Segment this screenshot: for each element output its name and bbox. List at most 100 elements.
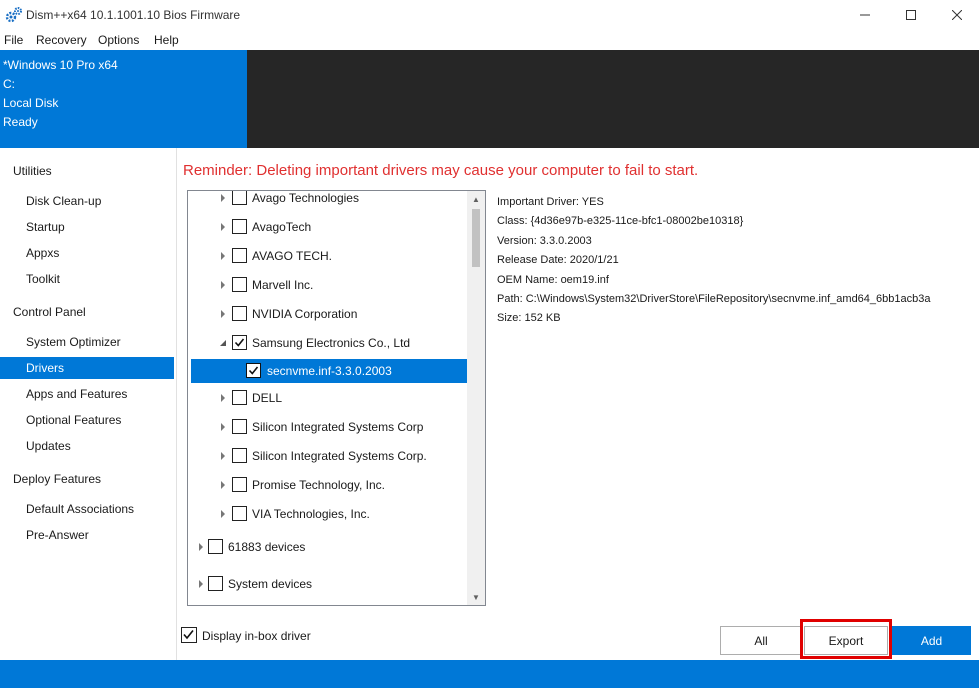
sidebar-item-default-associations[interactable]: Default Associations bbox=[0, 498, 174, 520]
collapsed-arrow-icon[interactable] bbox=[218, 422, 228, 432]
detail-release-date: Release Date: 2020/1/21 bbox=[497, 254, 619, 267]
tree-label: System devices bbox=[228, 577, 313, 591]
tree-row[interactable]: 61883 devices bbox=[188, 535, 467, 559]
tree-checkbox[interactable] bbox=[232, 277, 247, 292]
tree-label: Silicon Integrated Systems Corp. bbox=[252, 449, 427, 463]
tree-row[interactable]: secnvme.inf-3.3.0.2003 bbox=[191, 359, 467, 383]
checkmark-icon bbox=[234, 338, 245, 347]
sidebar-item-disk-clean-up[interactable]: Disk Clean-up bbox=[0, 190, 174, 212]
collapsed-arrow-icon[interactable] bbox=[218, 193, 228, 203]
sidebar-heading-utilities: Utilities bbox=[13, 164, 52, 178]
detail-version: Version: 3.3.0.2003 bbox=[497, 234, 592, 247]
tree-checkbox[interactable] bbox=[232, 335, 247, 350]
detail-class: Class: {4d36e97b-e325-11ce-bfc1-08002be1… bbox=[497, 215, 744, 228]
tree-row[interactable]: NVIDIA Corporation bbox=[188, 302, 467, 326]
scroll-thumb[interactable] bbox=[472, 209, 480, 267]
tree-label: NVIDIA Corporation bbox=[252, 307, 358, 321]
tree-row[interactable]: Silicon Integrated Systems Corp bbox=[188, 415, 467, 439]
tree-label: Samsung Electronics Co., Ltd bbox=[252, 336, 411, 350]
detail-important: Important Driver: YES bbox=[497, 196, 604, 208]
sidebar-item-startup[interactable]: Startup bbox=[0, 216, 174, 238]
os-name: *Windows 10 Pro x64 bbox=[3, 58, 118, 72]
tree-checkbox[interactable] bbox=[232, 248, 247, 263]
tree-label: Promise Technology, Inc. bbox=[252, 478, 385, 492]
collapsed-arrow-icon[interactable] bbox=[218, 280, 228, 290]
tree-label: secnvme.inf-3.3.0.2003 bbox=[267, 364, 392, 378]
tree-checkbox[interactable] bbox=[232, 506, 247, 521]
collapsed-arrow-icon[interactable] bbox=[218, 251, 228, 261]
sidebar-item-updates[interactable]: Updates bbox=[0, 435, 174, 457]
tree-row[interactable]: Promise Technology, Inc. bbox=[188, 473, 467, 497]
menu-recovery[interactable]: Recovery bbox=[36, 33, 87, 47]
add-button[interactable]: Add bbox=[892, 626, 971, 655]
collapsed-arrow-icon[interactable] bbox=[218, 480, 228, 490]
close-button[interactable] bbox=[934, 0, 979, 30]
collapsed-arrow-icon[interactable] bbox=[218, 222, 228, 232]
collapsed-arrow-icon[interactable] bbox=[196, 542, 206, 552]
sidebar-item-pre-answer[interactable]: Pre-Answer bbox=[0, 524, 174, 546]
status-bar bbox=[0, 660, 979, 688]
display-inbox-checkbox[interactable] bbox=[181, 627, 197, 643]
detail-size: Size: 152 KB bbox=[497, 312, 561, 325]
tree-row[interactable]: AVAGO TECH. bbox=[188, 244, 467, 268]
header-banner bbox=[247, 50, 979, 148]
maximize-button[interactable] bbox=[888, 0, 934, 30]
tree-scrollbar[interactable]: ▲ ▼ bbox=[467, 191, 485, 605]
tree-checkbox[interactable] bbox=[232, 191, 247, 205]
scroll-down-arrow-icon[interactable]: ▼ bbox=[467, 589, 485, 605]
all-button[interactable]: All bbox=[720, 626, 802, 655]
tree-checkbox[interactable] bbox=[232, 419, 247, 434]
driver-tree[interactable]: Avago Technologies AvagoTech AVAGO TECH. Ma… bbox=[187, 190, 486, 606]
sidebar-item-system-optimizer[interactable]: System Optimizer bbox=[0, 331, 174, 353]
tree-checkbox[interactable] bbox=[208, 539, 223, 554]
tree-row[interactable]: Marvell Inc. bbox=[188, 273, 467, 297]
tree-row[interactable]: Samsung Electronics Co., Ltd bbox=[188, 331, 467, 355]
sidebar-item-apps-and-features[interactable]: Apps and Features bbox=[0, 383, 174, 405]
maximize-icon bbox=[906, 10, 916, 20]
tree-label: VIA Technologies, Inc. bbox=[252, 507, 370, 521]
export-highlight bbox=[800, 619, 892, 659]
menu-file[interactable]: File bbox=[4, 33, 23, 47]
tree-checkbox[interactable] bbox=[232, 306, 247, 321]
tree-checkbox[interactable] bbox=[232, 448, 247, 463]
tree-row[interactable]: System devices bbox=[188, 572, 467, 596]
tree-label: Avago Technologies bbox=[252, 191, 359, 205]
tree-row[interactable]: Avago Technologies bbox=[188, 191, 467, 210]
tree-row[interactable]: VIA Technologies, Inc. bbox=[188, 502, 467, 526]
tree-checkbox[interactable] bbox=[232, 477, 247, 492]
sidebar-item-appxs[interactable]: Appxs bbox=[0, 242, 174, 264]
menu-help[interactable]: Help bbox=[154, 33, 179, 47]
title-bar: Dism++x64 10.1.1001.10 Bios Firmware bbox=[0, 0, 979, 30]
session-status: Ready bbox=[3, 115, 38, 129]
tree-row[interactable]: Silicon Integrated Systems Corp. bbox=[188, 444, 467, 468]
display-inbox-label: Display in-box driver bbox=[202, 629, 311, 643]
sidebar-item-optional-features[interactable]: Optional Features bbox=[0, 409, 174, 431]
menu-options[interactable]: Options bbox=[98, 33, 139, 47]
tree-row[interactable]: AvagoTech bbox=[188, 215, 467, 239]
tree-checkbox[interactable] bbox=[246, 363, 261, 378]
expanded-arrow-icon[interactable] bbox=[218, 338, 228, 348]
sidebar-item-drivers[interactable]: Drivers bbox=[0, 357, 174, 379]
tree-checkbox[interactable] bbox=[232, 390, 247, 405]
tree-row[interactable]: DELL bbox=[188, 386, 467, 410]
minimize-button[interactable] bbox=[842, 0, 888, 30]
collapsed-arrow-icon[interactable] bbox=[218, 393, 228, 403]
collapsed-arrow-icon[interactable] bbox=[218, 309, 228, 319]
close-icon bbox=[952, 10, 962, 20]
detail-oem-name: OEM Name: oem19.inf bbox=[497, 273, 609, 286]
scroll-up-arrow-icon[interactable]: ▲ bbox=[467, 191, 485, 207]
sidebar: Utilities Disk Clean-up Startup Appxs To… bbox=[0, 148, 177, 660]
tree-label: DELL bbox=[252, 391, 283, 405]
sidebar-heading-deploy-features: Deploy Features bbox=[13, 472, 102, 486]
tree-checkbox[interactable] bbox=[208, 576, 223, 591]
collapsed-arrow-icon[interactable] bbox=[196, 579, 206, 589]
collapsed-arrow-icon[interactable] bbox=[218, 509, 228, 519]
tree-label: AvagoTech bbox=[252, 220, 312, 234]
collapsed-arrow-icon[interactable] bbox=[218, 451, 228, 461]
sidebar-item-toolkit[interactable]: Toolkit bbox=[0, 268, 174, 290]
gear-icon bbox=[5, 6, 23, 24]
sidebar-heading-control-panel: Control Panel bbox=[13, 305, 86, 319]
session-info[interactable]: *Windows 10 Pro x64 C: Local Disk Ready bbox=[0, 50, 247, 148]
tree-checkbox[interactable] bbox=[232, 219, 247, 234]
minimize-icon bbox=[860, 14, 870, 16]
